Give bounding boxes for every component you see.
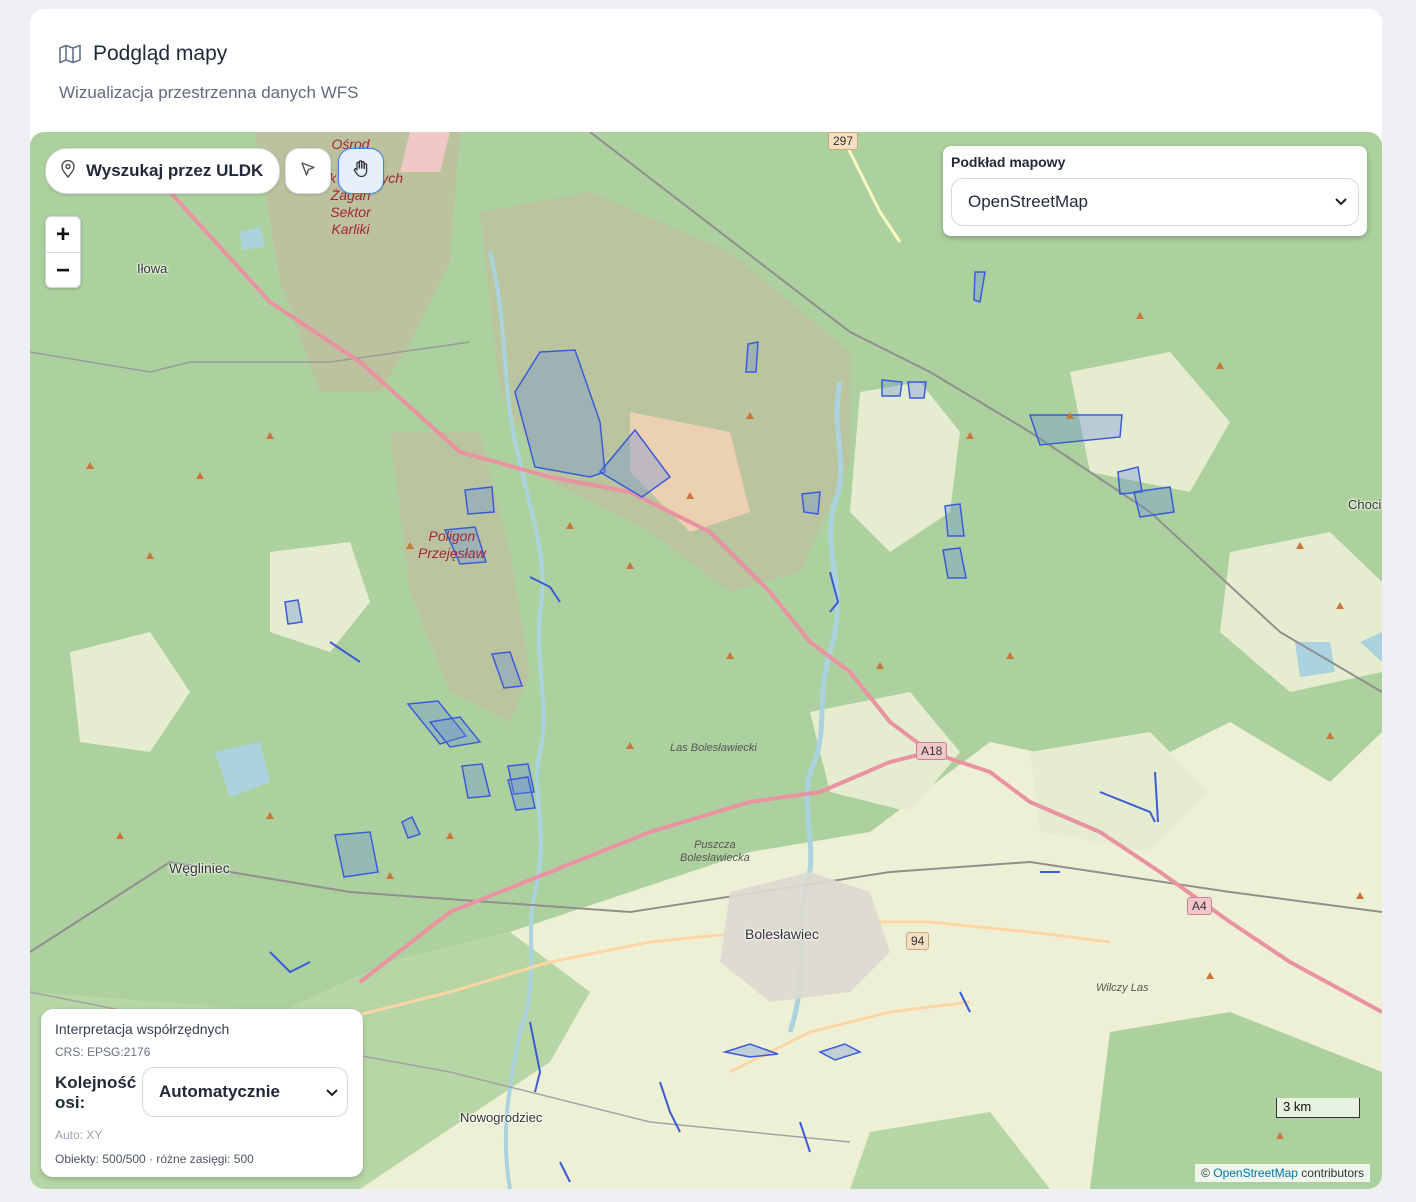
map-pin-icon bbox=[60, 159, 76, 183]
coord-panel-title: Interpretacja współrzędnych bbox=[55, 1021, 230, 1037]
road-shield-a4: A4 bbox=[1187, 897, 1212, 915]
zoom-control: + − bbox=[45, 216, 81, 288]
axis-order-label: Kolejność osi: bbox=[55, 1073, 137, 1112]
page-subtitle: Wizualizacja przestrzenna danych WFS bbox=[59, 83, 359, 102]
map-attribution: © OpenStreetMap contributors bbox=[1195, 1164, 1370, 1182]
axis-order-select[interactable]: Automatycznie bbox=[142, 1067, 348, 1117]
pan-tool-button[interactable] bbox=[338, 148, 384, 194]
attribution-suffix: contributors bbox=[1301, 1166, 1364, 1180]
auto-axis-info: Auto: XY bbox=[55, 1128, 103, 1142]
label-nowogrodziec: Nowogrodziec bbox=[460, 1110, 543, 1125]
label-ilowa: Iłowa bbox=[137, 261, 168, 276]
hand-icon bbox=[351, 159, 371, 184]
coordinate-interpretation-panel: Interpretacja współrzędnych CRS: EPSG:21… bbox=[41, 1009, 363, 1177]
road-shield-297: 297 bbox=[828, 132, 859, 150]
label-poligon-przejeslaw: Poligon Przejęsław bbox=[418, 528, 486, 561]
basemap-panel: Podkład mapowy OpenStreetMap bbox=[943, 146, 1367, 236]
map-preview-card: Podgląd mapy Wizualizacja przestrzenna d… bbox=[30, 9, 1382, 1189]
label-wilczy-las: Wilczy Las bbox=[1096, 982, 1149, 994]
page-title: Podgląd mapy bbox=[93, 42, 228, 65]
label-puszcza: Puszcza Bolesławiecka bbox=[680, 839, 750, 864]
label-weglinieciec: Węgliniec bbox=[169, 860, 230, 876]
map-view[interactable]: OśrodgoWojsk LądowychŻagańSektorKarliki … bbox=[30, 132, 1382, 1189]
scale-bar: 3 km bbox=[1276, 1098, 1360, 1118]
road-shield-94: 94 bbox=[906, 932, 930, 950]
road-shield-a18: A18 bbox=[916, 742, 948, 760]
basemap-selected-value: OpenStreetMap bbox=[968, 192, 1089, 211]
uldk-search-button[interactable]: Wyszukaj przez ULDK bbox=[45, 148, 281, 194]
osm-link[interactable]: OpenStreetMap bbox=[1213, 1166, 1298, 1180]
zoom-out-button[interactable]: − bbox=[46, 252, 80, 287]
basemap-select[interactable]: OpenStreetMap bbox=[951, 178, 1359, 226]
title-row: Podgląd mapy bbox=[59, 42, 227, 66]
label-boleslawiec: Bolesławiec bbox=[745, 926, 819, 942]
chevron-down-icon bbox=[325, 1085, 339, 1106]
basemap-label: Podkład mapowy bbox=[951, 154, 1066, 170]
zoom-in-button[interactable]: + bbox=[46, 217, 80, 252]
label-chocianow: Choci bbox=[1348, 497, 1382, 512]
attribution-prefix: © bbox=[1201, 1166, 1210, 1180]
map-icon bbox=[59, 44, 81, 64]
label-las-boleslawiecki: Las Bolesławiecki bbox=[670, 742, 757, 754]
cursor-arrow-icon bbox=[299, 160, 317, 183]
card-header: Podgląd mapy Wizualizacja przestrzenna d… bbox=[30, 9, 1382, 131]
object-stats: Obiekty: 500/500 · różne zasięgi: 500 bbox=[55, 1152, 254, 1166]
select-tool-button[interactable] bbox=[285, 148, 331, 194]
chevron-down-icon bbox=[1334, 194, 1348, 215]
uldk-search-label: Wyszukaj przez ULDK bbox=[86, 161, 264, 180]
axis-order-value: Automatycznie bbox=[159, 1082, 280, 1101]
crs-label: CRS: EPSG:2176 bbox=[55, 1045, 151, 1059]
